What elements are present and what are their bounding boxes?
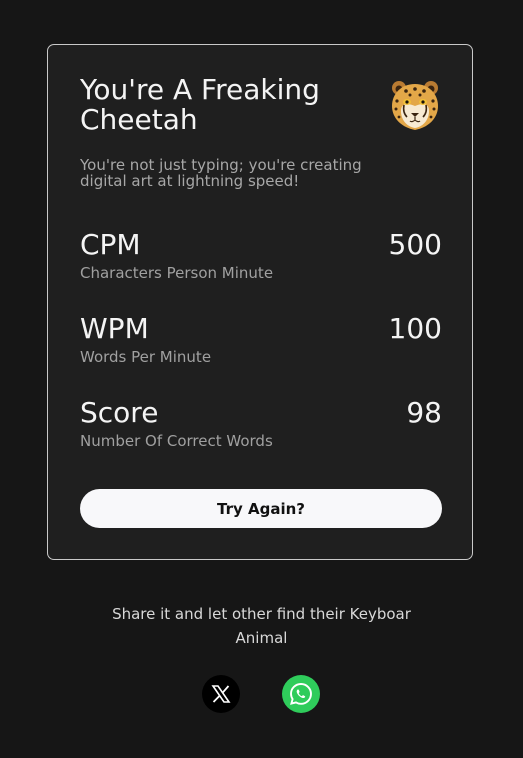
result-subtitle: You're not just typing; you're creating …	[80, 156, 362, 190]
x-logo-icon	[211, 685, 231, 703]
stat-value: 100	[388, 312, 442, 345]
stat-name: Score	[80, 396, 159, 429]
stat-name: WPM	[80, 312, 149, 345]
whatsapp-icon	[290, 683, 312, 705]
stat-cpm: CPM Characters Person Minute 500	[80, 229, 442, 285]
stat-score: Score Number Of Correct Words 98	[80, 397, 442, 453]
stat-name: CPM	[80, 228, 141, 261]
share-prompt: Share it and let other find their Keyboa…	[112, 605, 411, 647]
result-card: You're A Freaking Cheetah You're not jus…	[47, 44, 473, 560]
stat-description: Characters Person Minute	[80, 264, 274, 282]
result-title: You're A Freaking Cheetah	[80, 73, 320, 136]
result-page: You're A Freaking Cheetah You're not jus…	[0, 0, 523, 758]
share-whatsapp-button[interactable]	[282, 675, 320, 713]
try-again-button[interactable]: Try Again?	[80, 489, 442, 528]
share-x-button[interactable]	[202, 675, 240, 713]
cheetah-face-icon	[392, 81, 438, 130]
stat-description: Number Of Correct Words	[80, 432, 273, 450]
stat-wpm: WPM Words Per Minute 100	[80, 313, 442, 369]
stat-value: 500	[388, 228, 442, 261]
stat-value: 98	[406, 396, 442, 429]
stat-description: Words Per Minute	[80, 348, 212, 366]
